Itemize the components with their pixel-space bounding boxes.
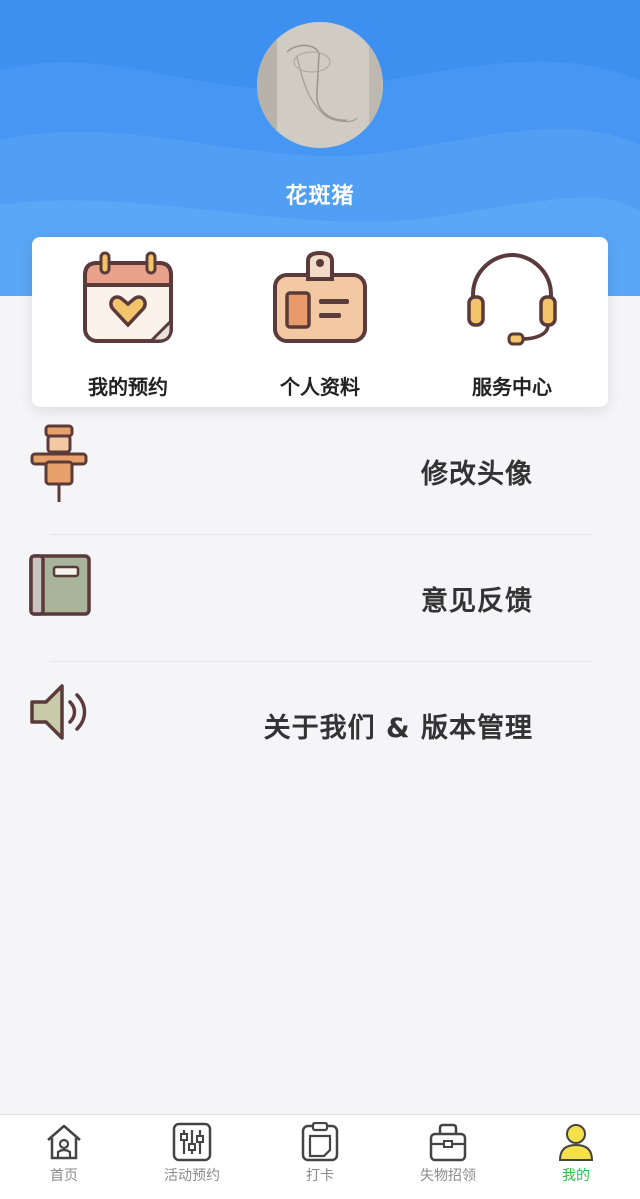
profile-info-label: 个人资料: [280, 375, 360, 399]
tab-label: 活动预约: [164, 1168, 220, 1184]
tab-lost-and-found[interactable]: 失物招领: [384, 1115, 512, 1199]
menu-item-feedback[interactable]: 意见反馈: [0, 535, 640, 661]
speaker-icon: [30, 684, 87, 740]
tab-activity-reservation[interactable]: 活动预约: [128, 1115, 256, 1199]
menu-item-label: 意见反馈: [421, 586, 533, 617]
bag-icon: [429, 1123, 467, 1162]
calendar-heart-icon: [83, 251, 173, 343]
tab-check-in[interactable]: 打卡: [256, 1115, 384, 1199]
tab-home[interactable]: 首页: [0, 1115, 128, 1199]
service-center-label: 服务中心: [472, 375, 552, 399]
my-reservations-button[interactable]: 我的预约: [53, 249, 203, 399]
notebook-icon: [29, 554, 91, 616]
quick-actions-card: 我的预约 个人资料 服务中心: [32, 237, 608, 407]
menu-item-change-avatar[interactable]: 修改头像: [0, 408, 640, 534]
avatar-image: [257, 22, 383, 148]
menu-item-label: 修改头像: [421, 459, 533, 490]
scarecrow-icon: [30, 424, 88, 502]
bottom-tab-bar: 首页 活动预约 打卡 失物招领 我的: [0, 1114, 640, 1199]
service-center-button[interactable]: 服务中心: [437, 249, 587, 399]
menu-item-about-version[interactable]: 关于我们 & 版本管理: [0, 662, 640, 788]
tab-label: 我的: [562, 1168, 590, 1184]
id-badge-icon: [273, 250, 367, 343]
username: 花斑猪: [285, 184, 355, 209]
clipboard-icon: [301, 1122, 339, 1162]
headset-icon: [467, 252, 557, 346]
sliders-icon: [172, 1122, 212, 1162]
avatar[interactable]: [257, 22, 383, 148]
tab-label: 首页: [50, 1168, 78, 1184]
profile-info-button[interactable]: 个人资料: [245, 249, 395, 399]
my-reservations-label: 我的预约: [88, 375, 168, 399]
home-icon: [47, 1124, 81, 1160]
tab-label: 失物招领: [420, 1168, 476, 1184]
menu-item-label: 关于我们 & 版本管理: [263, 713, 533, 744]
user-icon: [558, 1124, 594, 1161]
tab-mine[interactable]: 我的: [512, 1115, 640, 1199]
tab-label: 打卡: [306, 1168, 334, 1184]
